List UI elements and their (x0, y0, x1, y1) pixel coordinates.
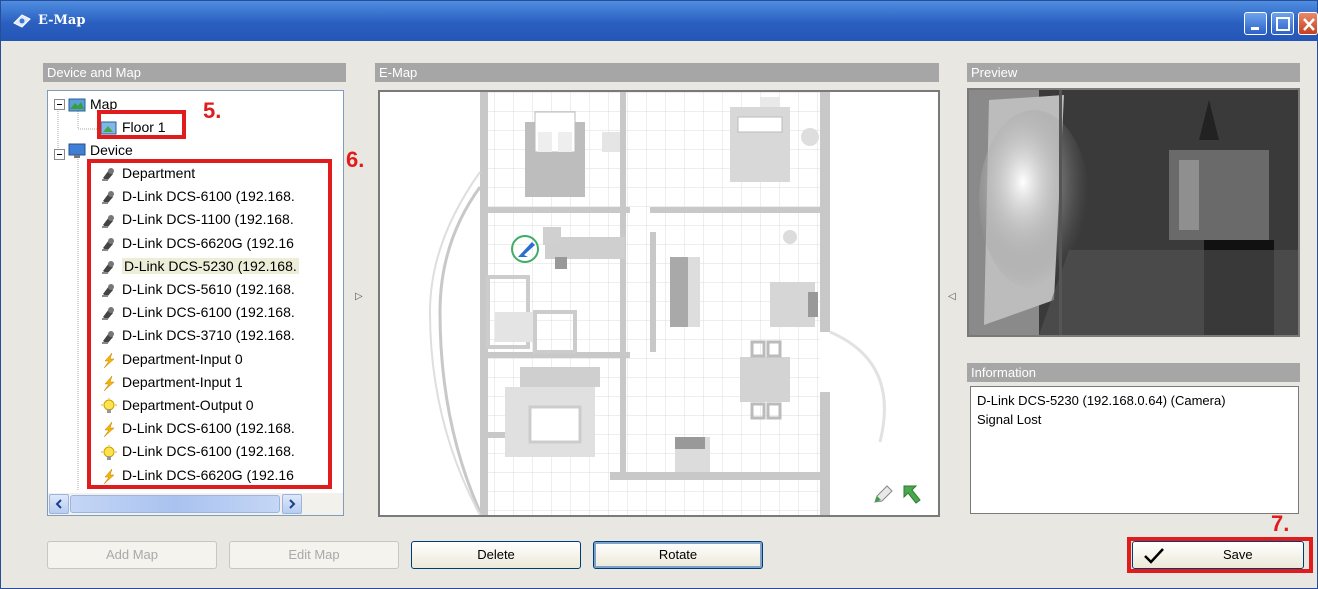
scroll-right-button[interactable] (282, 494, 302, 514)
edit-pencil-icon[interactable] (872, 484, 894, 506)
device-and-map-header: Device and Map (43, 63, 346, 82)
tree-node-label: Device (90, 142, 133, 158)
annotation-box-5 (97, 110, 186, 139)
map-expander[interactable] (54, 99, 65, 110)
information-box: D-Link DCS-5230 (192.168.0.64) (Camera) … (970, 386, 1299, 514)
emap-window: E-Map Device and Map E-Map Preview Infor… (0, 0, 1318, 589)
rotate-button[interactable]: Rotate (593, 541, 763, 569)
add-map-button[interactable]: Add Map (47, 541, 217, 569)
floor-plan (380, 92, 938, 515)
map-icon (68, 98, 86, 112)
maximize-button[interactable] (1271, 12, 1294, 35)
chevron-right-icon (289, 499, 296, 509)
return-arrow-icon[interactable] (900, 482, 924, 506)
emap-app-icon (13, 14, 31, 28)
preview-header: Preview (967, 63, 1300, 82)
minimize-icon (1251, 27, 1259, 30)
tree-node-device[interactable]: Device (68, 139, 133, 161)
window-title: E-Map (38, 13, 86, 28)
emap-header: E-Map (375, 63, 939, 82)
annotation-number-7: 7. (1271, 511, 1290, 536)
scroll-left-button[interactable] (49, 494, 69, 514)
information-header: Information (967, 363, 1300, 382)
chevron-left-icon (55, 499, 62, 509)
annotation-box-7 (1127, 537, 1313, 573)
title-bar[interactable]: E-Map (1, 1, 1318, 41)
device-expander[interactable] (54, 149, 65, 160)
info-status-line: Signal Lost (977, 412, 1042, 427)
close-icon (1303, 18, 1315, 31)
annotation-box-6 (87, 159, 332, 489)
delete-button[interactable]: Delete (411, 541, 581, 569)
tree-horizontal-scrollbar[interactable] (48, 493, 343, 515)
maximize-icon (1276, 17, 1290, 31)
camera-preview (967, 88, 1300, 337)
edit-map-button[interactable]: Edit Map (229, 541, 399, 569)
info-device-line: D-Link DCS-5230 (192.168.0.64) (Camera) (977, 393, 1226, 408)
expand-left-arrow-icon[interactable]: ▷ (355, 291, 363, 302)
emap-canvas[interactable] (378, 90, 940, 517)
collapse-right-arrow-icon[interactable]: ◁ (948, 291, 956, 302)
close-button[interactable] (1298, 12, 1318, 35)
annotation-number-6: 6. (346, 147, 365, 172)
preview-image (969, 90, 1298, 335)
horizontal-scroll-thumb[interactable] (70, 495, 280, 513)
monitor-icon (68, 143, 86, 159)
annotation-number-5: 5. (203, 98, 222, 123)
minimize-button[interactable] (1244, 12, 1267, 35)
